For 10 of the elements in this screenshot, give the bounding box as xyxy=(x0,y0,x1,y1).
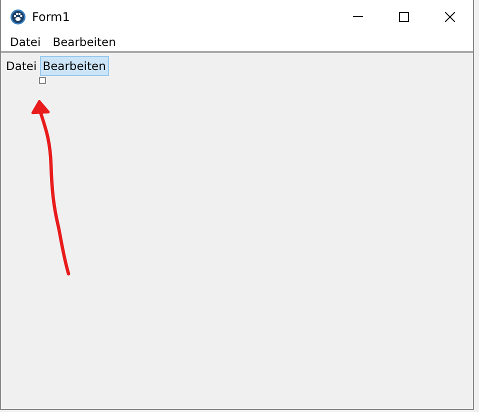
window-title: Form1 xyxy=(32,10,70,24)
resize-handle[interactable] xyxy=(39,77,46,84)
paw-icon xyxy=(10,8,26,24)
menu-item[interactable]: Datei xyxy=(3,56,40,76)
menu-item[interactable]: Bearbeiten xyxy=(46,35,122,49)
menu-item[interactable]: Bearbeiten xyxy=(40,56,109,76)
maximize-icon xyxy=(399,12,409,22)
close-icon xyxy=(445,12,455,22)
menu-item[interactable]: Datei xyxy=(4,35,47,49)
minimize-icon xyxy=(353,16,363,17)
